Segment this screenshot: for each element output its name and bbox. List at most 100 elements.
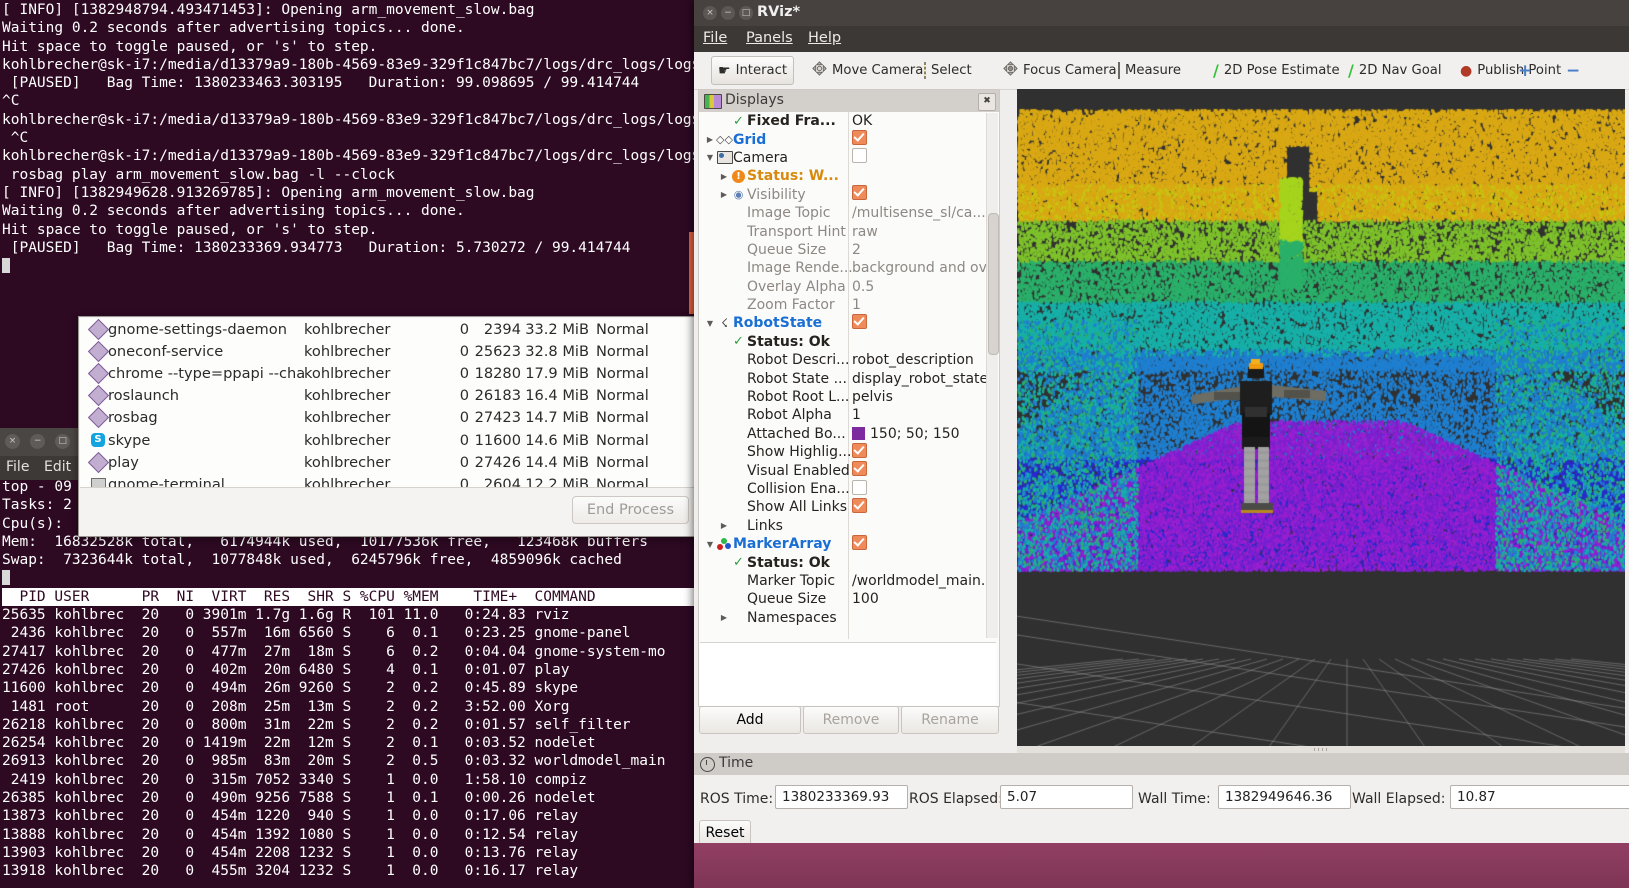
display-tree-row[interactable]: ▶! Status: W... [700,167,988,185]
display-checkbox[interactable] [852,185,867,204]
display-tree-row[interactable]: ▶ ◇◇ Grid [700,130,988,148]
view-splitter[interactable] [1017,746,1625,753]
display-value[interactable]: 1 [852,407,861,423]
display-value[interactable]: 1 [852,297,861,313]
display-value[interactable]: 0.5 [852,279,874,295]
scrollbar-thumb[interactable] [988,213,999,355]
displays-panel[interactable]: Displays ✖ ✓ Fixed Fra... OK ▶ ◇◇ Grid ▼ Camera… [698,89,1000,734]
toolbar-select-button[interactable]: Select [918,57,978,84]
toolbar-move-camera-button[interactable]: Move Camera [806,57,929,84]
time-panel[interactable]: Time ROS Time: 1380233369.93 ROS Elapsed… [694,753,1629,846]
display-tree-row[interactable]: Robot Alpha 1 [700,406,988,424]
close-icon[interactable]: × [5,434,20,449]
display-value[interactable]: pelvis [852,389,893,405]
maximize-icon[interactable]: □ [739,6,753,20]
display-value[interactable]: 2 [852,242,861,258]
rename-button[interactable]: Rename [901,706,999,734]
rviz-toolbar[interactable]: ☛ Interact Move Camera Select Focus Camera Me… [694,52,1629,90]
displays-buttons[interactable]: Add Remove Rename [699,706,999,736]
display-checkbox[interactable] [852,130,867,149]
menu-file[interactable]: File [6,459,29,475]
display-tree-row[interactable]: Attached Bo... 150; 50; 150 [700,425,988,443]
menu-panels[interactable]: Panels [746,30,793,46]
rviz-window[interactable]: × − □ RViz* File Panels Help ☛ Interact Mo… [694,0,1629,888]
display-value[interactable]: robot_description [852,352,974,368]
tree-expander-icon[interactable]: ▶ [718,190,730,199]
process-list[interactable]: gnome-settings-daemon kohlbrecher 0 2394 33.… [80,318,696,488]
display-value[interactable]: display_robot_state [852,371,988,387]
display-checkbox[interactable] [852,534,867,554]
toolbar-publish-point-button[interactable]: ● Publish Point [1454,57,1567,84]
ros-elapsed-field[interactable]: 5.07 [1000,785,1133,809]
display-checkbox[interactable] [852,461,867,480]
tree-expander-icon[interactable]: ▶ [718,172,730,181]
display-tree-row[interactable]: Queue Size 100 [700,590,988,608]
display-tree-row[interactable]: ✓ Status: Ok [700,333,988,351]
wall-elapsed-field[interactable]: 10.87 [1450,785,1629,809]
toolbar-focus-camera-button[interactable]: Focus Camera [997,57,1123,84]
menu-edit[interactable]: Edit [44,459,71,475]
remove-tool-icon[interactable]: − [1560,57,1586,84]
close-icon[interactable]: ✖ [978,93,996,111]
toolbar-2d-nav-goal-button[interactable]: / 2D Nav Goal [1342,57,1448,84]
tree-expander-icon[interactable]: ▼ [704,540,716,549]
display-tree-row[interactable]: Overlay Alpha 0.5 [700,278,988,296]
tree-expander-icon[interactable]: ▼ [704,319,716,328]
wall-time-field[interactable]: 1382949646.36 [1218,785,1351,809]
display-tree-row[interactable]: ▼ MarkerArray [700,534,988,554]
display-color-value[interactable]: 150; 50; 150 [852,426,960,442]
display-tree-row[interactable]: ▼ Camera [700,148,988,167]
display-value[interactable]: /multisense_sl/ca... [852,205,986,221]
remove-button[interactable]: Remove [803,706,899,734]
rviz-menubar[interactable]: File Panels Help [694,26,1629,52]
add-button[interactable]: Add [699,706,801,734]
menu-file[interactable]: File [703,30,727,46]
display-tree-row[interactable]: ✓ Status: Ok [700,553,988,571]
display-value[interactable]: background and ov... [852,260,988,276]
process-row[interactable]: rosbag kohlbrecher 0 27423 14.7 MiB Normal [80,407,696,429]
process-row[interactable]: chrome --type=ppapi --cha kohlbrecher 0 182… [80,362,696,385]
end-process-button[interactable]: End Process [571,496,689,524]
display-tree-row[interactable]: Collision Ena... [700,479,988,499]
display-tree-row[interactable]: ▶ ◉ Visibility [700,185,988,204]
display-tree-row[interactable]: Zoom Factor 1 [700,296,988,314]
display-tree-row[interactable]: Queue Size 2 [700,241,988,259]
splitter-grip[interactable] [1314,748,1328,751]
close-icon[interactable]: × [703,6,717,20]
display-checkbox[interactable] [852,497,867,517]
display-value[interactable]: OK [852,113,872,129]
display-checkbox[interactable] [852,148,867,167]
menu-help[interactable]: Help [808,30,841,46]
maximize-icon[interactable]: □ [55,434,71,449]
display-tree-row[interactable]: Transport Hint raw [700,222,988,240]
display-value[interactable]: 100 [852,591,879,607]
tree-expander-icon[interactable]: ▶ [704,135,716,144]
display-value[interactable]: /worldmodel_main... [852,573,988,589]
display-value[interactable]: raw [852,224,878,240]
tree-expander-icon[interactable]: ▶ [718,613,730,622]
3d-render-view[interactable] [1017,89,1625,746]
display-tree-row[interactable]: Robot Descri... robot_description [700,351,988,369]
display-checkbox[interactable] [852,479,867,499]
display-tree-row[interactable]: Visual Enabled [700,461,988,479]
display-tree-row[interactable]: Robot Root L... pelvis [700,388,988,406]
ros-time-field[interactable]: 1380233369.93 [775,785,908,809]
displays-tree[interactable]: ✓ Fixed Fra... OK ▶ ◇◇ Grid ▼ Camera ▶! Status: W… [700,112,988,639]
process-row[interactable]: roslaunch kohlbrecher 0 26183 16.4 MiB Normal [80,385,696,407]
process-row[interactable]: Sskype kohlbrecher 0 11600 14.6 MiB Normal [80,429,696,451]
process-row[interactable]: play kohlbrecher 0 27426 14.4 MiB Normal [80,451,696,473]
display-tree-row[interactable]: Show All Links [700,497,988,517]
display-tree-row[interactable]: Show Highlig... [700,442,988,462]
toolbar-measure-button[interactable]: Measure [1112,57,1187,84]
display-tree-row[interactable]: ▼ ☇ RobotState [700,313,988,332]
display-tree-row[interactable]: Marker Topic/worldmodel_main... [700,572,988,590]
tree-expander-icon[interactable]: ▶ [718,521,730,530]
display-checkbox[interactable] [852,442,867,462]
process-row[interactable]: gnome-settings-daemon kohlbrecher 0 2394 33.… [80,318,696,340]
display-tree-row[interactable]: ✓ Fixed Fra... OK [700,112,988,130]
tree-expander-icon[interactable]: ▼ [704,153,716,162]
display-tree-row[interactable]: Image Rende... background and ov... [700,259,988,277]
rviz-titlebar[interactable]: × − □ RViz* [694,0,1629,26]
display-tree-row[interactable]: Robot State ... display_robot_state [700,369,988,387]
minimize-icon[interactable]: − [30,434,46,449]
